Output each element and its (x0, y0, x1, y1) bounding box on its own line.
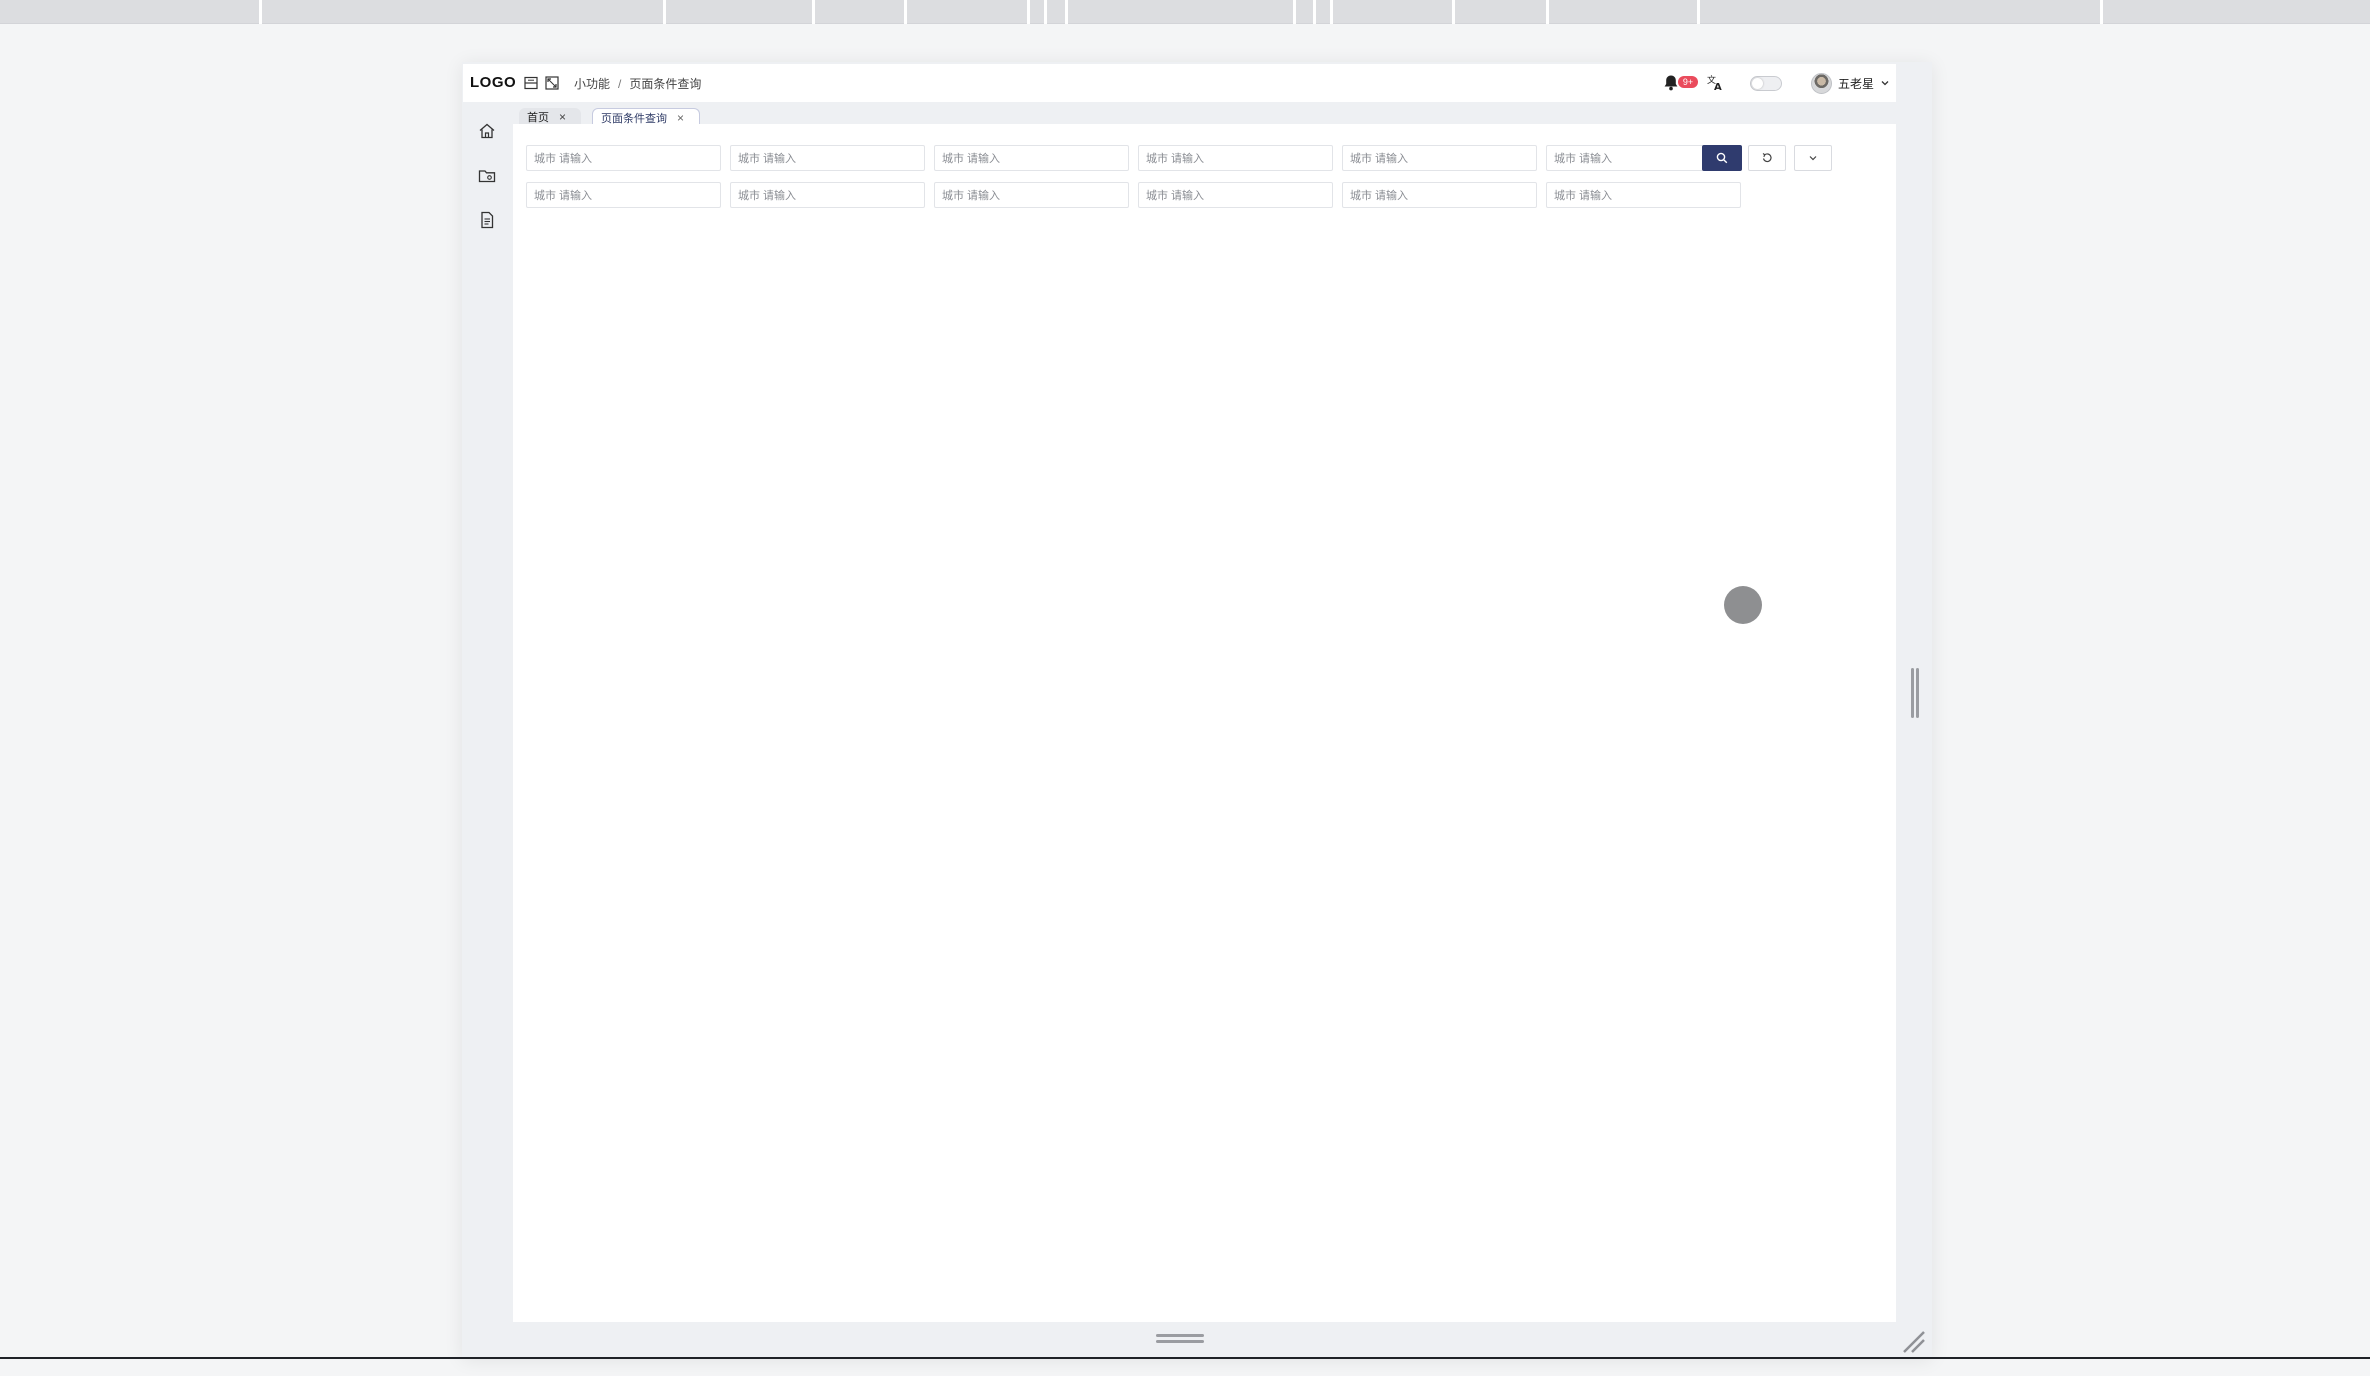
user-menu[interactable]: 五老星 (1811, 71, 1890, 95)
home-icon[interactable] (478, 122, 496, 140)
city-filter-field[interactable]: 城市 请输入 (1138, 145, 1333, 171)
toggle-knob (1752, 78, 1763, 89)
breadcrumb-item[interactable]: 小功能 (574, 75, 610, 92)
field-placeholder: 请输入 (559, 153, 592, 165)
field-label: 城市 (942, 153, 964, 165)
strip-divider (1313, 0, 1316, 24)
field-placeholder: 请输入 (1171, 153, 1204, 165)
breadcrumb: 小功能 / 页面条件查询 (574, 75, 701, 92)
strip-divider (259, 0, 262, 24)
field-label: 城市 (942, 190, 964, 202)
city-filter-field[interactable]: 城市 请输入 (526, 182, 721, 208)
strip-divider (1697, 0, 1700, 24)
field-label: 城市 (534, 153, 556, 165)
field-placeholder: 请输入 (967, 153, 1000, 165)
notification-button[interactable]: 9+ (1663, 72, 1698, 94)
browser-top-strip (0, 0, 2370, 24)
strip-divider (1452, 0, 1455, 24)
frame-resize-handle-right[interactable] (1911, 668, 1921, 718)
sidebar (463, 102, 513, 1322)
tab-label: 首页 (527, 112, 549, 124)
breadcrumb-separator: / (618, 76, 622, 91)
city-filter-field[interactable]: 城市 请输入 (1342, 145, 1537, 171)
field-label: 城市 (1146, 190, 1168, 202)
translate-icon[interactable]: 文 A (1706, 74, 1724, 92)
strip-divider (1546, 0, 1549, 24)
field-placeholder: 请输入 (763, 153, 796, 165)
strip-divider (1044, 0, 1047, 24)
chevron-down-icon (1809, 156, 1817, 161)
field-label: 城市 (738, 190, 760, 202)
app-window: LOGO 小功能 / 页面条件查询 9+ 文 A 五老星 首页 × 页面条件查询… (463, 64, 1896, 1322)
city-filter-field[interactable]: 城市 请输入 (1342, 182, 1537, 208)
strip-divider (812, 0, 815, 24)
bell-icon (1664, 75, 1678, 91)
city-filter-field[interactable]: 城市 请输入 (1546, 182, 1741, 208)
fullscreen-icon[interactable] (545, 76, 559, 90)
bottom-border (0, 1357, 2370, 1359)
city-filter-field[interactable]: 城市 请输入 (526, 145, 721, 171)
reset-button[interactable] (1748, 145, 1786, 171)
field-placeholder: 请输入 (1579, 190, 1612, 202)
chevron-down-icon (1881, 81, 1889, 86)
city-filter-field[interactable]: 城市 请输入 (730, 182, 925, 208)
strip-divider (904, 0, 907, 24)
avatar (1811, 72, 1832, 94)
city-filter-field[interactable]: 城市 请输入 (934, 145, 1129, 171)
user-name: 五老星 (1838, 76, 1875, 91)
strip-divider (1330, 0, 1333, 24)
layout-toggle-icon[interactable] (524, 76, 538, 90)
field-label: 城市 (1146, 153, 1168, 165)
field-placeholder: 请输入 (967, 190, 1000, 202)
app-header: LOGO 小功能 / 页面条件查询 9+ 文 A 五老星 (463, 64, 1896, 102)
tab-bar: 首页 × 页面条件查询 × (513, 102, 1896, 126)
close-icon[interactable]: × (677, 111, 684, 125)
field-label: 城市 (534, 190, 556, 202)
field-placeholder: 请输入 (1375, 153, 1408, 165)
field-label: 城市 (1350, 153, 1372, 165)
resize-corner-icon[interactable] (1900, 1328, 1926, 1354)
reset-icon (1762, 153, 1772, 163)
strip-divider (1293, 0, 1296, 24)
notification-badge: 9+ (1678, 76, 1698, 88)
field-label: 城市 (1554, 190, 1576, 202)
strip-divider (663, 0, 666, 24)
field-placeholder: 请输入 (1171, 190, 1204, 202)
city-filter-field[interactable]: 城市 请输入 (730, 145, 925, 171)
document-icon[interactable] (478, 211, 496, 229)
svg-text:A: A (1714, 82, 1722, 92)
city-filter-field[interactable]: 城市 请输入 (934, 182, 1129, 208)
theme-toggle-switch[interactable] (1750, 76, 1782, 91)
breadcrumb-item-current: 页面条件查询 (629, 77, 702, 91)
strip-divider (1027, 0, 1030, 24)
field-placeholder: 请输入 (1579, 153, 1612, 165)
close-icon[interactable]: × (559, 110, 566, 124)
search-icon (1716, 152, 1728, 164)
frame-resize-handle-bottom[interactable] (1156, 1334, 1204, 1346)
city-filter-field[interactable]: 城市 请输入 (1138, 182, 1333, 208)
field-placeholder: 请输入 (559, 190, 592, 202)
field-label: 城市 (1554, 153, 1576, 165)
field-placeholder: 请输入 (1375, 190, 1408, 202)
strip-divider (2100, 0, 2103, 24)
search-button[interactable] (1702, 145, 1742, 171)
field-label: 城市 (1350, 190, 1372, 202)
field-label: 城市 (738, 153, 760, 165)
folder-icon[interactable] (478, 167, 496, 185)
expand-filters-button[interactable] (1794, 145, 1832, 171)
cursor-indicator (1724, 586, 1762, 624)
strip-divider (1065, 0, 1068, 24)
field-placeholder: 请输入 (763, 190, 796, 202)
main-content (515, 124, 1896, 1322)
logo: LOGO (470, 74, 517, 91)
